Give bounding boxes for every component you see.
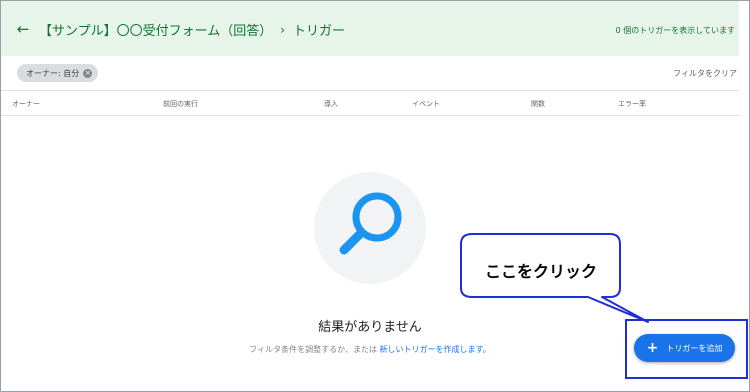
add-trigger-label: トリガーを追加 (666, 343, 723, 353)
callout-text: ここをクリック (484, 262, 597, 281)
add-trigger-button[interactable]: + トリガーを追加 (634, 334, 735, 362)
plus-icon: + (646, 340, 659, 356)
